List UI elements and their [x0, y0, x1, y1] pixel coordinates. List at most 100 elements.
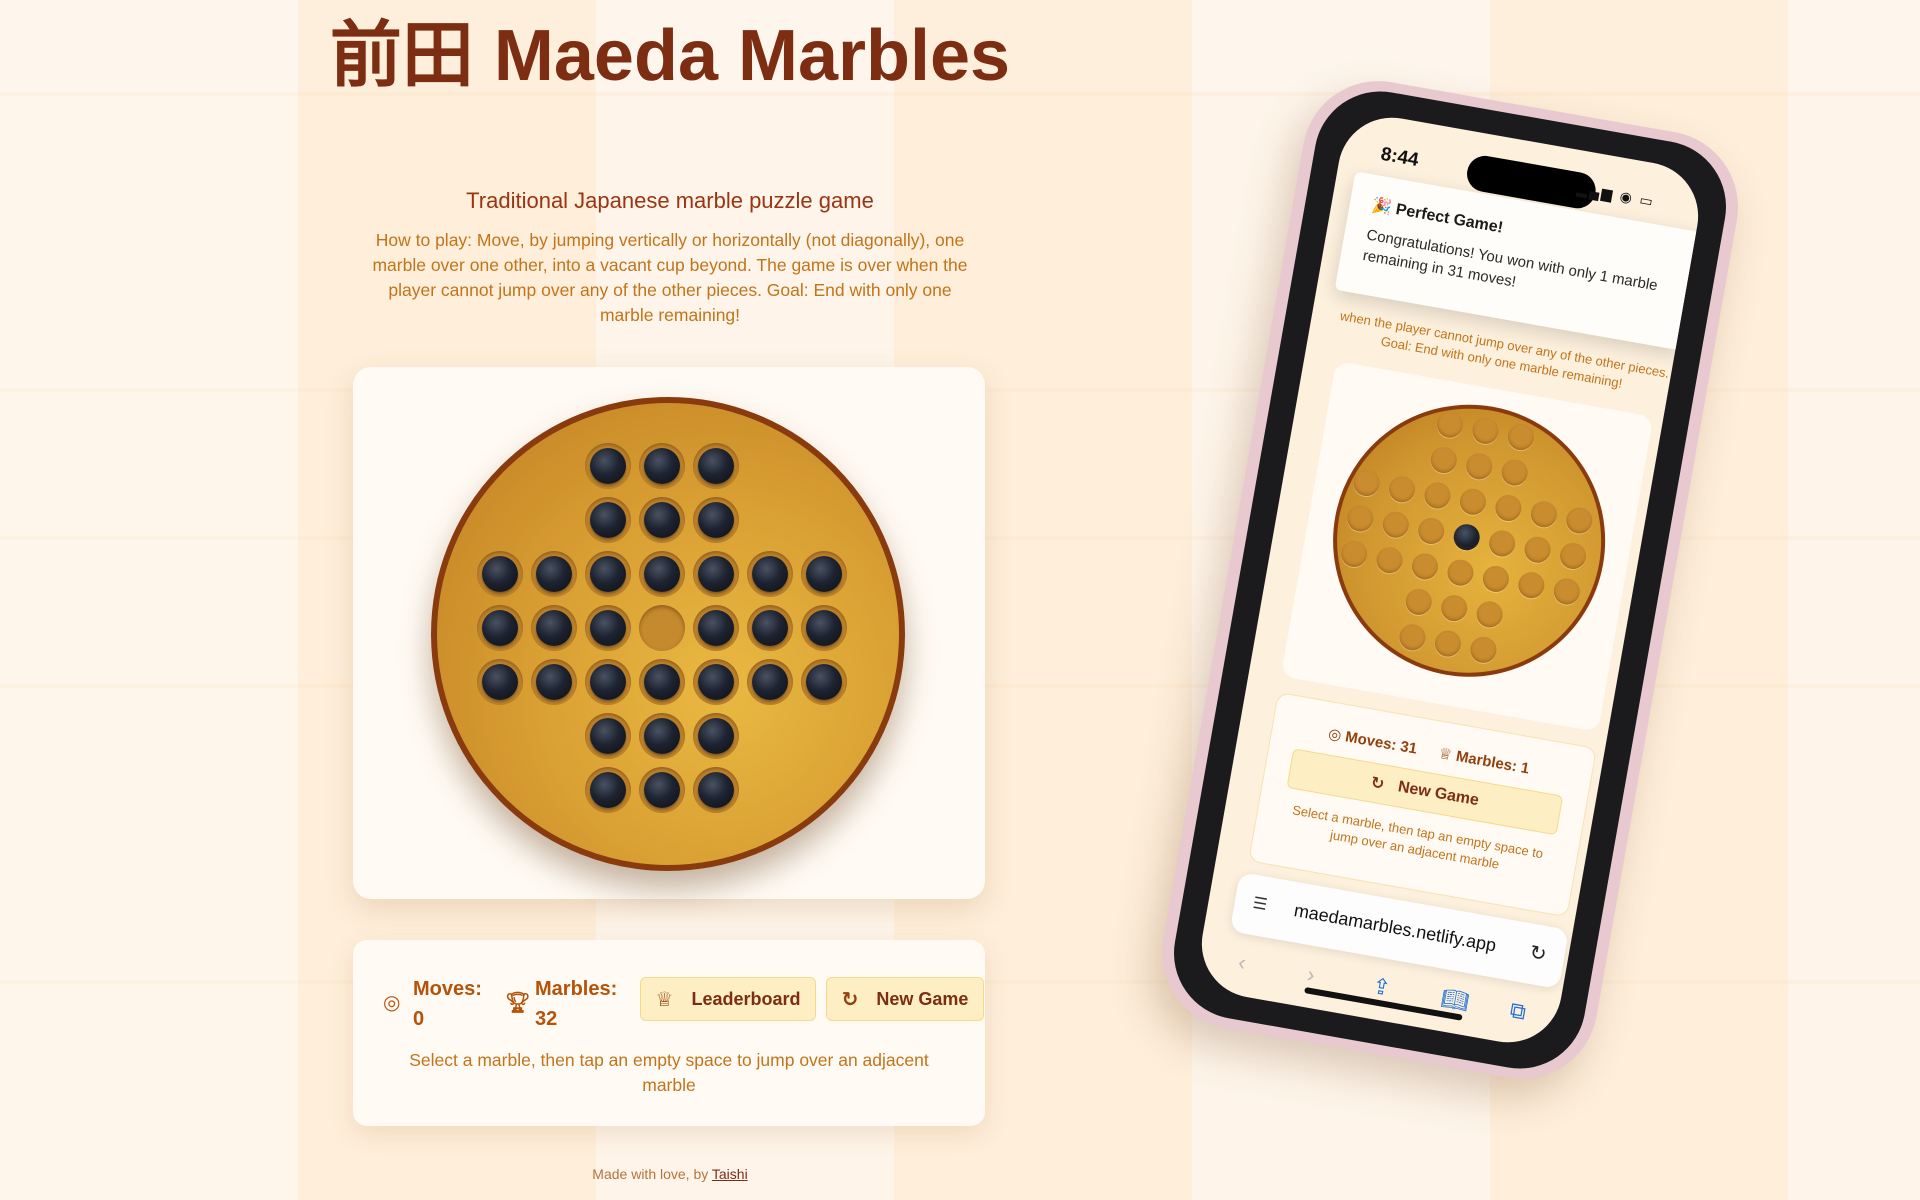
author-link[interactable]: Taishi	[712, 1166, 748, 1182]
board-hole[interactable]	[639, 551, 685, 597]
marble[interactable]	[536, 664, 572, 700]
board-hole[interactable]	[1403, 586, 1434, 617]
board-hole[interactable]	[585, 713, 631, 759]
marble[interactable]	[536, 610, 572, 646]
board-hole[interactable]	[1474, 599, 1505, 630]
marble[interactable]	[644, 772, 680, 808]
board-hole[interactable]	[1432, 628, 1463, 659]
board-hole[interactable]	[477, 551, 523, 597]
board-hole[interactable]	[693, 659, 739, 705]
marble[interactable]	[698, 718, 734, 754]
board-hole[interactable]	[531, 659, 577, 705]
marble[interactable]	[482, 556, 518, 592]
board-hole[interactable]	[639, 767, 685, 813]
marble[interactable]	[1451, 522, 1482, 553]
board-hole[interactable]	[585, 497, 631, 543]
board-hole[interactable]	[1470, 415, 1501, 446]
marble[interactable]	[482, 664, 518, 700]
marble[interactable]	[698, 610, 734, 646]
board-hole[interactable]	[585, 605, 631, 651]
marble[interactable]	[752, 610, 788, 646]
board-hole[interactable]	[639, 713, 685, 759]
reload-icon[interactable]: ↻	[1528, 940, 1549, 968]
marble[interactable]	[590, 664, 626, 700]
board-hole[interactable]	[477, 659, 523, 705]
board-hole[interactable]	[801, 551, 847, 597]
board-hole[interactable]	[1551, 576, 1582, 607]
marble[interactable]	[698, 664, 734, 700]
board-hole[interactable]	[1445, 557, 1476, 588]
board-hole[interactable]	[1487, 528, 1518, 559]
board-hole[interactable]	[1428, 445, 1459, 476]
board-hole[interactable]	[747, 605, 793, 651]
board-hole[interactable]	[477, 605, 523, 651]
marble[interactable]	[590, 448, 626, 484]
board-hole[interactable]	[585, 767, 631, 813]
board-hole[interactable]	[747, 659, 793, 705]
board-hole[interactable]	[1351, 467, 1382, 499]
board-hole[interactable]	[747, 551, 793, 597]
board-hole[interactable]	[1416, 515, 1447, 547]
board-hole[interactable]	[801, 659, 847, 705]
marble[interactable]	[806, 610, 842, 646]
board-hole[interactable]	[693, 767, 739, 813]
board-hole[interactable]	[1422, 480, 1453, 511]
board-hole[interactable]	[693, 605, 739, 651]
board-hole[interactable]	[531, 605, 577, 651]
board-hole[interactable]	[585, 443, 631, 489]
marble[interactable]	[752, 664, 788, 700]
board-hole[interactable]	[1557, 540, 1589, 572]
board-hole[interactable]	[1374, 545, 1405, 576]
page-menu-icon[interactable]: ☰	[1251, 893, 1269, 915]
marble[interactable]	[644, 718, 680, 754]
tabs-icon[interactable]: ⧉	[1508, 997, 1528, 1025]
marble[interactable]	[536, 556, 572, 592]
board-hole[interactable]	[1380, 509, 1411, 540]
new-game-button[interactable]: ↻ New Game	[826, 977, 984, 1021]
board-hole[interactable]	[1564, 505, 1595, 536]
marble[interactable]	[644, 448, 680, 484]
forward-icon[interactable]: ›	[1305, 961, 1317, 988]
board-hole[interactable]	[801, 605, 847, 651]
board-hole[interactable]	[639, 659, 685, 705]
marble[interactable]	[698, 772, 734, 808]
marble[interactable]	[698, 448, 734, 484]
board-hole[interactable]	[1505, 422, 1536, 453]
board-hole[interactable]	[1409, 551, 1441, 582]
board-hole[interactable]	[693, 713, 739, 759]
marble[interactable]	[806, 664, 842, 700]
board-hole[interactable]	[1480, 563, 1511, 595]
board-hole[interactable]	[1528, 499, 1559, 530]
board-hole[interactable]	[1386, 474, 1418, 505]
board-hole[interactable]	[531, 551, 577, 597]
board-hole[interactable]	[1397, 622, 1428, 653]
marble[interactable]	[482, 610, 518, 646]
board-hole[interactable]	[585, 551, 631, 597]
board-hole[interactable]	[1499, 457, 1530, 488]
board-hole[interactable]	[639, 443, 685, 489]
board-hole[interactable]	[639, 605, 685, 651]
board-hole[interactable]	[1464, 451, 1495, 482]
marble[interactable]	[590, 718, 626, 754]
marble[interactable]	[698, 556, 734, 592]
board-hole[interactable]	[1516, 570, 1547, 601]
board-hole[interactable]	[1339, 538, 1370, 570]
marble[interactable]	[644, 556, 680, 592]
board-hole[interactable]	[639, 497, 685, 543]
marble[interactable]	[644, 664, 680, 700]
marble[interactable]	[590, 556, 626, 592]
board-hole[interactable]	[1439, 593, 1470, 624]
board-hole[interactable]	[693, 443, 739, 489]
back-icon[interactable]: ‹	[1236, 949, 1248, 976]
board-hole[interactable]	[693, 551, 739, 597]
marble[interactable]	[590, 610, 626, 646]
board-hole[interactable]	[1345, 503, 1376, 534]
board-hole[interactable]	[1493, 492, 1524, 524]
marble[interactable]	[752, 556, 788, 592]
share-icon[interactable]: ⇪	[1370, 973, 1392, 1002]
marble[interactable]	[590, 502, 626, 538]
board-hole[interactable]	[1522, 534, 1553, 565]
board-hole[interactable]	[693, 497, 739, 543]
marble[interactable]	[590, 772, 626, 808]
board-hole[interactable]	[1457, 486, 1488, 517]
